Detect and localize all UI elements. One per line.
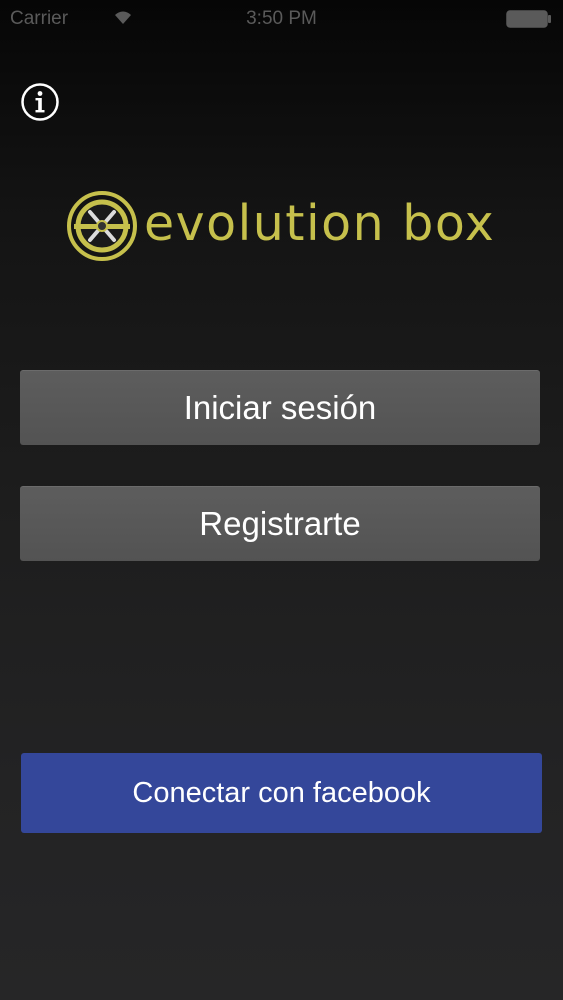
evolution-box-logo-mark: [67, 191, 137, 261]
battery-icon: [506, 10, 552, 34]
status-time: 3:50 PM: [246, 8, 317, 29]
info-button[interactable]: [20, 82, 60, 122]
info-icon: [21, 83, 59, 121]
facebook-connect-button[interactable]: Conectar con facebook: [21, 753, 542, 833]
logo-wordmark: evolution box: [144, 195, 496, 252]
register-button[interactable]: Registrarte: [20, 486, 540, 561]
app-logo: evolution box: [66, 188, 498, 264]
status-bar: Carrier 3:50 PM: [0, 0, 563, 40]
login-button[interactable]: Iniciar sesión: [20, 370, 540, 445]
